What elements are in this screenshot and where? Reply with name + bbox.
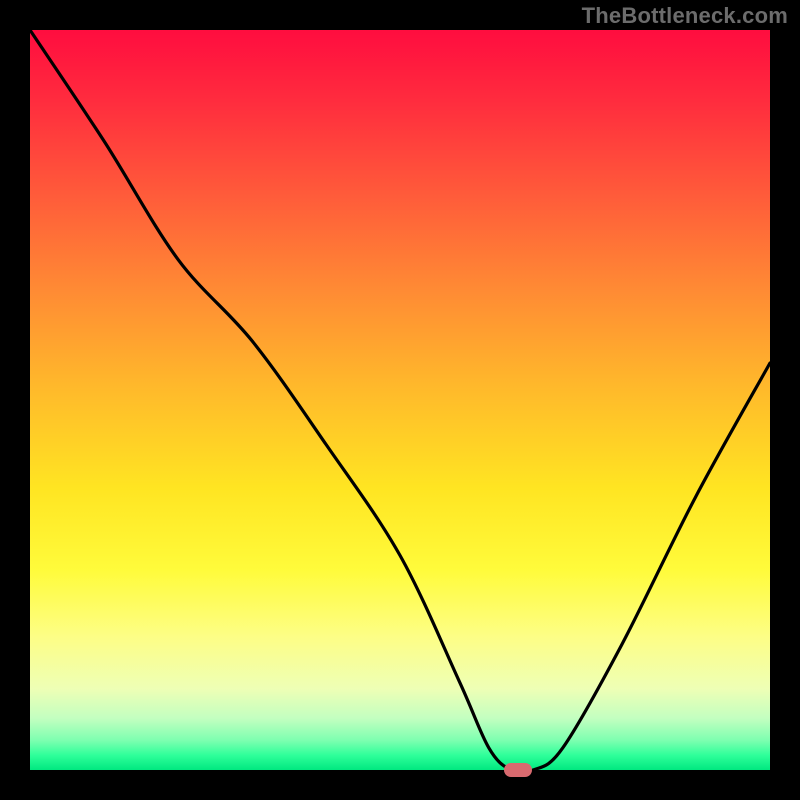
optimum-marker <box>504 763 532 777</box>
curve-path <box>30 30 770 770</box>
chart-frame: TheBottleneck.com <box>0 0 800 800</box>
plot-area <box>30 30 770 770</box>
bottleneck-curve <box>30 30 770 770</box>
watermark-text: TheBottleneck.com <box>582 3 788 29</box>
